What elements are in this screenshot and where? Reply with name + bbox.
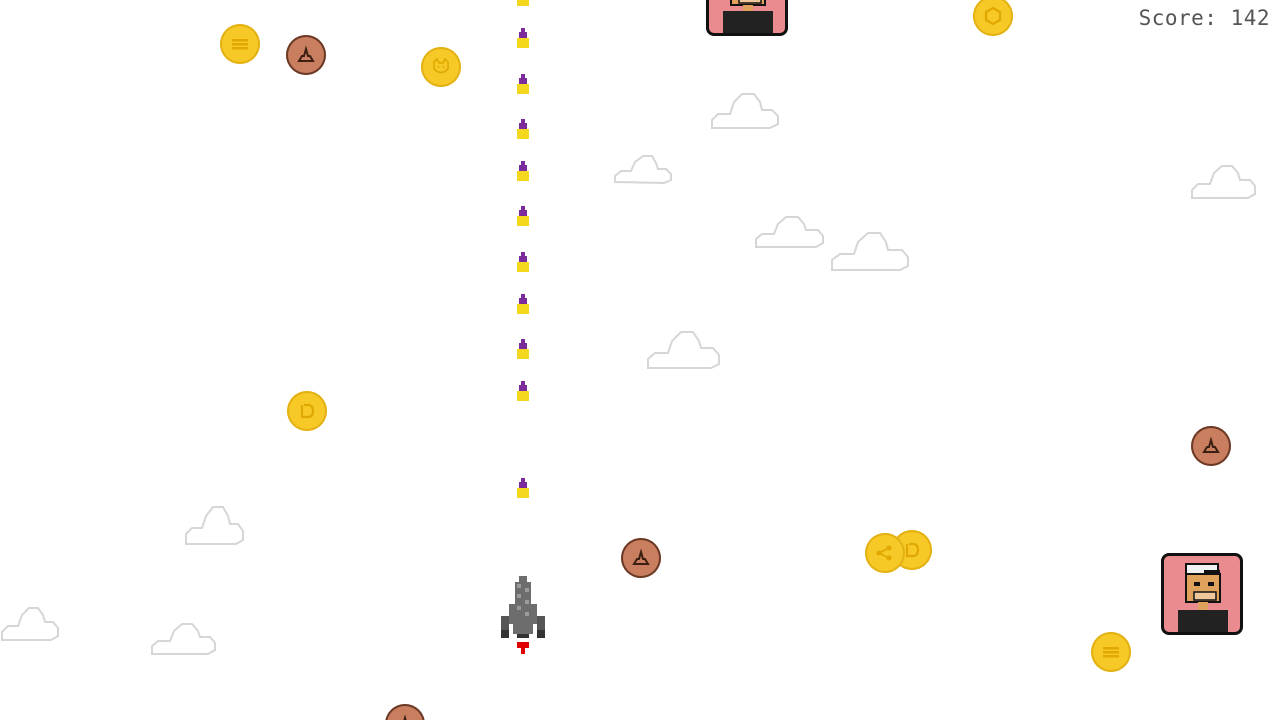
dogecoin: [287, 391, 327, 431]
cloud: [647, 331, 720, 369]
cloud: [755, 216, 824, 248]
poop-icon: [297, 45, 315, 62]
chainlink-coin: [973, 0, 1013, 36]
cloud: [1, 607, 59, 641]
bored-ape-nft: [1161, 553, 1243, 635]
game-canvas[interactable]: Score: 142: [0, 0, 1280, 720]
laser-bullet: [517, 28, 529, 48]
poop-coin: [385, 704, 425, 720]
poop-icon: [632, 548, 650, 565]
laser-bullet: [517, 478, 529, 498]
laser-bullet: [517, 74, 529, 94]
poop-icon: [1202, 436, 1220, 453]
ripple-icon: [876, 545, 892, 561]
poop-coin: [1191, 426, 1231, 466]
solana-coin: [1091, 632, 1131, 672]
laser-bullet: [517, 206, 529, 226]
solana-icon: [232, 39, 248, 50]
laser-bullet: [517, 294, 529, 314]
laser-bullet: [517, 252, 529, 272]
laser-bullet: [517, 161, 529, 181]
laser-bullet: [517, 381, 529, 401]
ripple-coin: [865, 533, 905, 573]
cloud: [151, 623, 216, 655]
laser-bullet: [517, 339, 529, 359]
cloud: [614, 155, 672, 185]
ape-face-icon: [723, 0, 773, 33]
shiba-dog-icon: [433, 57, 449, 74]
score-display: Score: 142: [1138, 6, 1270, 30]
shiba-coin: [421, 47, 461, 87]
cloud: [711, 93, 779, 129]
cloud: [831, 232, 909, 271]
poop-coin: [286, 35, 326, 75]
rocket-ship[interactable]: [497, 574, 549, 656]
cloud: [185, 506, 244, 545]
cloud: [1191, 165, 1256, 199]
laser-bullet: [517, 119, 529, 139]
dogecoin-d-icon: [300, 403, 315, 419]
chainlink-hexagon-icon: [984, 6, 1002, 26]
laser-bullet: [517, 0, 529, 6]
poop-coin: [621, 538, 661, 578]
solana-coin: [220, 24, 260, 64]
solana-icon: [1103, 647, 1119, 658]
poop-icon: [403, 714, 407, 720]
ape-face-icon: [1178, 563, 1228, 632]
bored-ape-nft: [706, 0, 788, 36]
